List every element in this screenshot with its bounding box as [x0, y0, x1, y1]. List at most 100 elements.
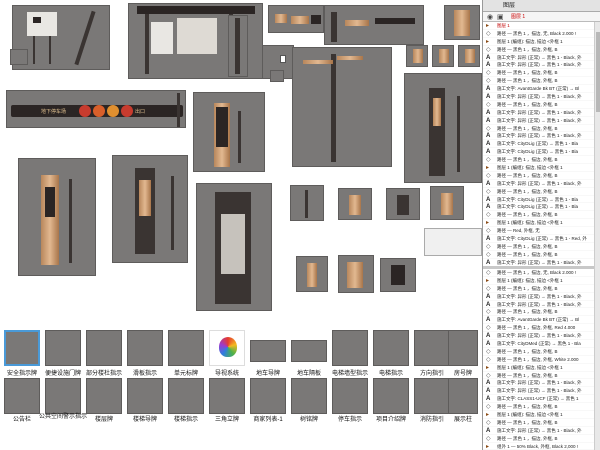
- layer-row[interactable]: ◇ 路径 — 黑色 1 ，描边, 外框, B: [483, 156, 594, 165]
- layer-row[interactable]: A 施工文字: 异形 (正常) → 黑色 1 - Black, 外: [483, 93, 594, 101]
- thumb-3[interactable]: [127, 330, 163, 366]
- thumb-21[interactable]: [373, 378, 409, 414]
- layer-lock-icon[interactable]: ▣: [497, 13, 504, 21]
- layer-row[interactable]: ◇ 路径 — 黑色 1 ，描边, 外框, B: [483, 418, 594, 427]
- layer-row[interactable]: A 施工文字: 异形 (正常) → 黑色 1 - Black, 外: [483, 300, 594, 309]
- thumb-14[interactable]: [86, 378, 122, 414]
- layer-row[interactable]: ◇ 路径 — 黑色 1 ，描边, 外框, B: [483, 100, 594, 109]
- layer-list[interactable]: ▸ 图层 1 ◇ 路径 — 黑色 1 ，描边, 无, Black 2.000 ! ▸ 图层…: [483, 22, 594, 266]
- layer-row[interactable]: ◇ 路径 — 黑色 1 ，描边, 无, Black 2.000 !: [483, 29, 594, 38]
- layers-scrollbar[interactable]: [594, 22, 600, 450]
- layers-panel[interactable]: 图层 ◉ ▣ 图层 1 ▸ 图层 1 ◇ 路径 — 黑色 1 ，描边, 无, Blac…: [482, 0, 600, 450]
- layer-row[interactable]: ▸ 图层 1 (编组): 描边, 描边 <外框 1: [483, 276, 594, 285]
- thumb-7[interactable]: [291, 340, 327, 362]
- layer-row[interactable]: ◇ 路径 — 黑色 1 ，描边, 外框, B: [483, 347, 594, 356]
- thumb-13[interactable]: [45, 378, 81, 414]
- layer-row[interactable]: ◇ 路径 — 黑色 1 ，描边, 外框, White 2.000: [483, 355, 594, 364]
- layer-row[interactable]: ◇ 路径 — 黑色 1 ，描边, 外框, B: [483, 211, 594, 220]
- drawing-canvas[interactable]: 地下停车场 出口 安全指示牌 便捷设施门牌 部分楼杜指示 滑板指示 单元标牌 导…: [0, 0, 482, 450]
- layer-row[interactable]: A 施工文字: CityDLig (正常) → 黑色 1 - Bla: [483, 203, 594, 212]
- layers-panel-header[interactable]: 图层: [483, 0, 600, 12]
- layer-row[interactable]: ◇ 路径 — 黑色 1 ，描边, 外框, B: [483, 371, 594, 380]
- layer-row[interactable]: A 施工文字: 异形 (正常) → 黑色 1 - Black, 外: [483, 387, 594, 396]
- thumb-18[interactable]: [250, 378, 286, 414]
- artboard-mini-b[interactable]: [406, 45, 428, 67]
- artboard-mini-e[interactable]: [270, 70, 284, 82]
- thumb-23[interactable]: [448, 378, 478, 414]
- thumb-20[interactable]: [332, 378, 368, 414]
- layer-row[interactable]: A 施工文字: 异形 (正常) → 黑色 1 - Black, 外: [483, 108, 594, 117]
- layer-row[interactable]: ◇ 路径 — 黑色 1 ，描边, 外框, B: [483, 77, 594, 86]
- layer-row[interactable]: ◇ 路径 — 黑色 1 ，描边, 外框, B: [483, 284, 594, 293]
- thumb-0[interactable]: [4, 330, 40, 366]
- artboard-directory[interactable]: [196, 183, 272, 311]
- artboard-signpost[interactable]: [292, 47, 392, 167]
- layer-row[interactable]: A 施工文字: CityDLig (正常) → 黑色 1 - Bla: [483, 148, 594, 157]
- layer-row[interactable]: ◇ 路径 — 黑色 1 ，描边, 外框, B: [483, 250, 594, 259]
- layer-row[interactable]: ◇ 路径 — 黑色 1 ，描边, 外框, B: [483, 45, 594, 54]
- artboard-kiosk-2[interactable]: [18, 158, 96, 276]
- artboard-pillar-dark[interactable]: [404, 73, 482, 183]
- thumb-6[interactable]: [250, 340, 286, 362]
- layer-row[interactable]: ▸ 图层 1 (编组): 描边, 描边 <外框 1: [483, 411, 594, 419]
- layer-row[interactable]: A 施工文字: 异形 (正常) → 黑色 1 - Black, 外: [483, 426, 594, 435]
- artboard-box-3[interactable]: [430, 186, 464, 220]
- thumb-1[interactable]: [45, 330, 81, 366]
- artboard-parking-strip[interactable]: 地下停车场 出口: [6, 90, 186, 128]
- thumb-9[interactable]: [373, 330, 409, 366]
- layer-row[interactable]: A 施工文字: 异形 (正常) → 黑色 1 - Black, 外: [483, 258, 594, 266]
- layer-row[interactable]: A 施工文字: CityDMed (正常) → 黑色 1 - Bla: [483, 340, 594, 348]
- layer-row[interactable]: A 施工文字: CityDLig (正常) → 黑色 1 - Bla: [483, 195, 594, 204]
- layer-row[interactable]: A 施工文字: CLASS1-UCF (正常) → 黑色 1: [483, 395, 594, 404]
- thumb-19[interactable]: [291, 378, 327, 414]
- layer-row[interactable]: ◇ 路径 — 黑色 1 ，描边, 无, Black 2.000 !: [483, 269, 594, 277]
- layer-row[interactable]: ◇ 路径 — 黑色 1 ，描边, 外框, B: [483, 187, 594, 196]
- layer-row[interactable]: ◇ 路径 — 黑色 1 ，描边, 外框, B: [483, 69, 594, 78]
- artboard-mini-c[interactable]: [432, 45, 454, 67]
- thumb-17[interactable]: [209, 378, 245, 414]
- layer-row[interactable]: ◇ 路径 — 黑色 1 ，描边, 外框, B: [483, 124, 594, 133]
- artboard-small-1[interactable]: [10, 49, 28, 65]
- layer-row[interactable]: A 施工文字: CityDLig (正常) → 黑色 1 - Bla: [483, 140, 594, 149]
- artboard-box-5[interactable]: [338, 255, 374, 293]
- mini-navigator-widget[interactable]: [424, 228, 482, 256]
- layer-row[interactable]: A 施工文字: CityDLig (正常) → 黑色 1 - Red, 外: [483, 235, 594, 243]
- layer-row[interactable]: A 施工文字: 异形 (正常) → 黑色 1 - Black, 外: [483, 61, 594, 70]
- thumb-22[interactable]: [414, 378, 450, 414]
- thumb-11[interactable]: [448, 330, 478, 366]
- layer-row[interactable]: ◇ 路径 — 黑色 1 ，描边, 外框, B: [483, 403, 594, 412]
- layer-row[interactable]: ▸ 组外 1 — 50% Black, 外框, Black 2,000 !: [483, 442, 594, 450]
- thumb-12[interactable]: [4, 378, 40, 414]
- artboard-kiosk-3[interactable]: [112, 155, 188, 263]
- thumb-10[interactable]: [414, 330, 450, 366]
- layer-row[interactable]: ▸ 图层 1 (编组): 描边, 描边 <外框 1: [483, 164, 594, 172]
- layer-row[interactable]: ◇ 路径 — 黑色 1 ，描边, 外框, B: [483, 434, 594, 443]
- thumb-4[interactable]: [168, 330, 204, 366]
- layer-list-lower[interactable]: ◇ 路径 — 黑色 1 ，描边, 无, Black 2.000 ! ▸ 图层 1 (编…: [483, 269, 594, 450]
- layers-scroll-thumb[interactable]: [596, 32, 600, 112]
- thumb-8[interactable]: [332, 330, 368, 366]
- layer-row[interactable]: ◇ 路径 — 黑色 1 ，描边, 外框, B: [483, 171, 594, 180]
- layer-row[interactable]: ◇ 路径 — 黑色 1 ，描边, 外框, B: [483, 242, 594, 251]
- layer-row[interactable]: A 施工文字: AvantGarde Bk BT (正常) → Bl: [483, 316, 594, 325]
- artboard-tripod[interactable]: [290, 185, 324, 221]
- layer-visibility-icon[interactable]: ◉: [487, 13, 493, 21]
- artboard-slim-post[interactable]: [228, 15, 248, 77]
- artboard-box-6[interactable]: [380, 258, 416, 292]
- artboard-box-1[interactable]: [338, 188, 372, 220]
- artboard-kiosk-1[interactable]: [193, 92, 265, 172]
- layer-row[interactable]: A 施工文字: 异形 (正常) → 黑色 1 - Black, 外: [483, 379, 594, 388]
- thumb-2[interactable]: [86, 330, 122, 366]
- artboard-tall-panel[interactable]: [444, 5, 480, 40]
- layer-row[interactable]: A 施工文字: 异形 (正常) → 黑色 1 - Black, 外: [483, 116, 594, 125]
- layer-row[interactable]: A 施工文字: 异形 (正常) → 黑色 1 - Black, 外: [483, 332, 594, 341]
- layer-row[interactable]: ▸ 图层 1 (编组): 描边, 描边 <外框 1: [483, 219, 594, 228]
- layer-row[interactable]: ▸ 图层 1 (编组): 描边, 描边 <外框 1: [483, 37, 594, 46]
- layer-row[interactable]: A 施工文字: AvantGarde Bk BT (正常) → Bl: [483, 85, 594, 94]
- artboard-box-4[interactable]: [296, 256, 328, 292]
- thumb-15[interactable]: [127, 378, 163, 414]
- thumb-16[interactable]: [168, 378, 204, 414]
- artboard-small-plaques[interactable]: [268, 5, 324, 33]
- artboard-wall-sign[interactable]: [324, 5, 424, 45]
- artboard-box-2[interactable]: [386, 188, 420, 220]
